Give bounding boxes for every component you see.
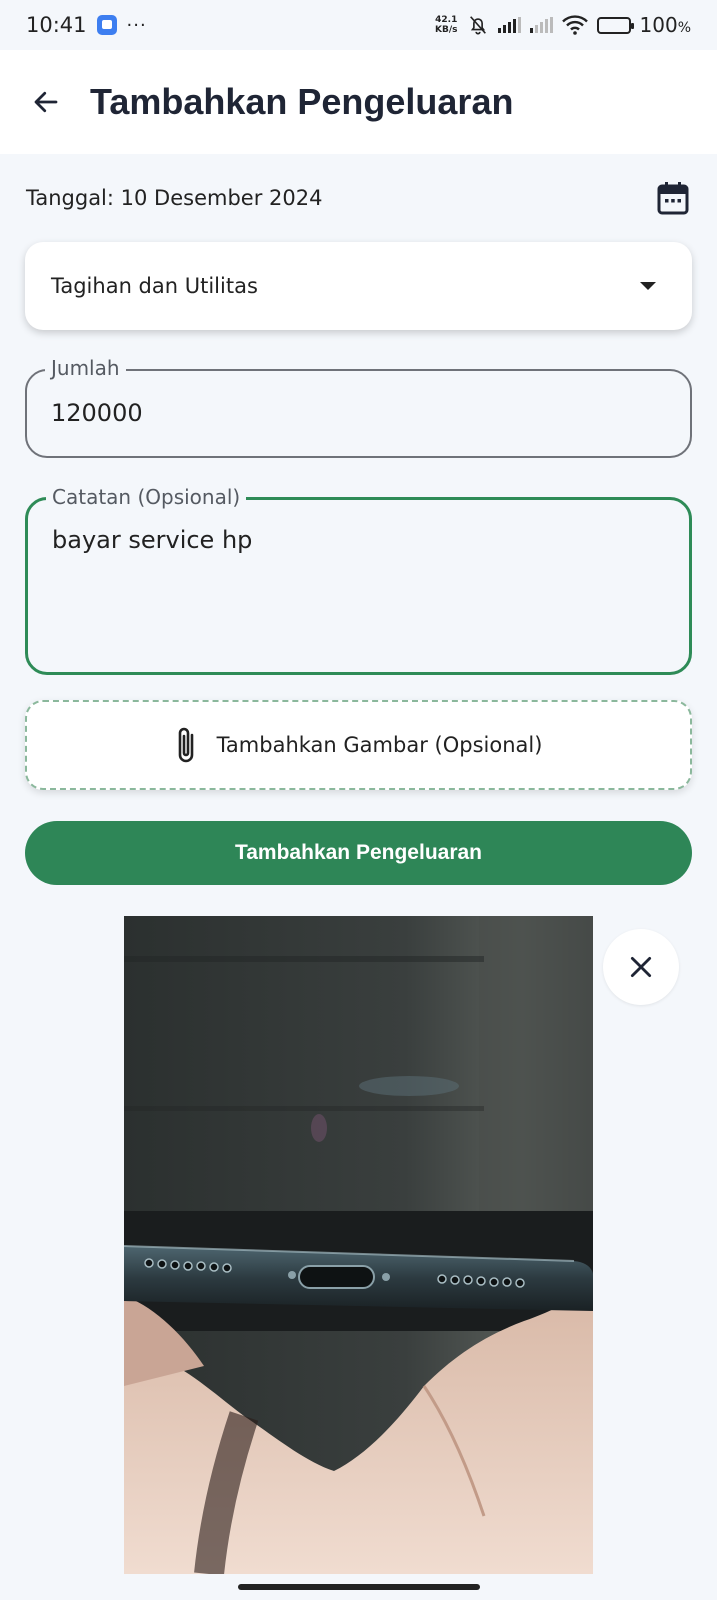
signal-2-icon — [529, 17, 553, 33]
home-indicator[interactable] — [238, 1584, 480, 1590]
date-text: Tanggal: 10 Desember 2024 — [26, 186, 323, 210]
arrow-left-icon — [34, 91, 58, 113]
signal-1-icon — [497, 17, 521, 33]
add-image-label: Tambahkan Gambar (Opsional) — [216, 733, 543, 757]
category-value: Tagihan dan Utilitas — [51, 274, 258, 298]
submit-label: Tambahkan Pengeluaran — [234, 841, 483, 864]
amount-value: 120000 — [51, 399, 143, 427]
chevron-down-icon — [640, 282, 656, 290]
network-speed-value: 42.1 — [435, 15, 458, 25]
notes-value: bayar service hp — [52, 526, 253, 554]
more-notifications-icon: ··· — [126, 14, 147, 36]
battery-icon — [596, 16, 634, 34]
calendar-icon — [657, 182, 689, 215]
notes-label: Catatan (Opsional) — [46, 485, 247, 509]
network-speed-unit: KB/s — [435, 25, 458, 35]
submit-expense-button[interactable]: Tambahkan Pengeluaran — [25, 821, 692, 885]
close-icon — [630, 956, 652, 978]
phone-photo — [124, 916, 593, 1574]
paperclip-icon — [178, 727, 193, 763]
calendar-button[interactable] — [655, 180, 691, 216]
category-dropdown[interactable]: Tagihan dan Utilitas — [25, 242, 692, 330]
status-time: 10:41 — [26, 13, 87, 37]
page-title: Tambahkan Pengeluaran — [90, 81, 514, 122]
bell-muted-icon — [469, 16, 486, 35]
wifi-icon — [561, 15, 588, 35]
app-notification-icon — [96, 15, 117, 35]
back-button[interactable] — [16, 72, 76, 132]
remove-image-button[interactable] — [603, 929, 679, 1005]
amount-label: Jumlah — [45, 356, 126, 380]
image-preview — [124, 916, 593, 1574]
amount-field[interactable]: Jumlah 120000 — [25, 356, 692, 458]
add-image-button[interactable]: Tambahkan Gambar (Opsional) — [25, 700, 692, 790]
network-speed: 42.1 KB/s — [435, 15, 457, 35]
battery-percent: 100% — [639, 13, 692, 37]
app-bar: Tambahkan Pengeluaran — [0, 50, 717, 154]
notes-field[interactable]: Catatan (Opsional) bayar service hp — [25, 485, 692, 675]
date-row: Tanggal: 10 Desember 2024 — [26, 178, 691, 218]
status-bar: 10:41 ··· 42.1 KB/s 100% — [0, 0, 717, 50]
